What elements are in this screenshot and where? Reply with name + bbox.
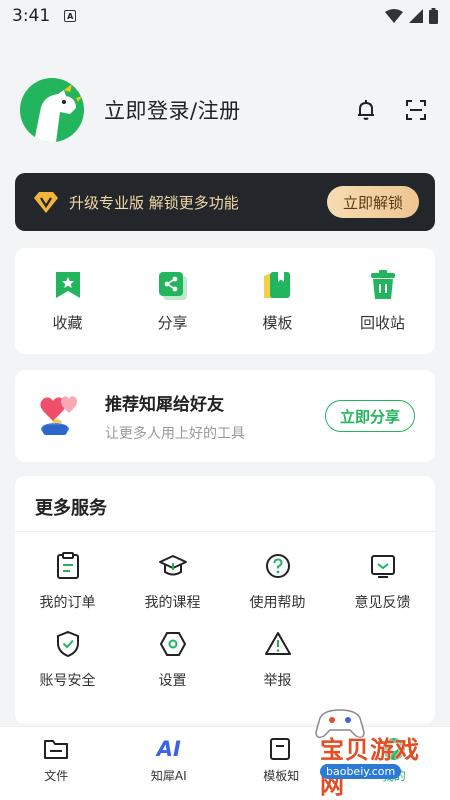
service-label: 意见反馈	[354, 595, 411, 611]
quick-action-recycle-bin[interactable]: 回收站	[330, 248, 435, 354]
signal-icon	[409, 9, 423, 23]
watermark-url: baobeiy.com	[320, 764, 402, 779]
service-help[interactable]: 使用帮助	[225, 552, 330, 612]
scan-icon[interactable]	[404, 98, 428, 122]
service-settings[interactable]: 设置	[120, 630, 225, 690]
help-icon	[265, 554, 290, 578]
tab-label: 文件	[44, 769, 69, 783]
upgrade-text: 升级专业版 解锁更多功能	[69, 193, 239, 212]
service-label: 我的课程	[144, 595, 201, 611]
shield-check-icon	[56, 630, 79, 658]
wifi-icon	[385, 9, 403, 23]
service-label: 设置	[158, 673, 187, 689]
quick-action-label: 模板	[262, 314, 293, 332]
quick-actions-card: 收藏 分享 模板 回收站	[15, 248, 435, 354]
login-register-link[interactable]: 立即登录/注册	[104, 95, 241, 125]
share-icon	[158, 272, 187, 300]
more-services-title: 更多服务	[15, 476, 435, 532]
watermark: 宝贝游戏网 baobeiy.com	[290, 702, 440, 799]
recommend-title: 推荐知犀给好友	[105, 394, 224, 415]
service-my-orders[interactable]: 我的订单	[15, 552, 120, 612]
ai-icon: AI	[156, 737, 181, 761]
trash-icon	[370, 270, 395, 299]
tab-files[interactable]: 文件	[0, 727, 113, 800]
feedback-icon	[370, 555, 395, 578]
settings-icon	[159, 632, 186, 656]
warning-icon	[264, 632, 291, 655]
tab-label: 知犀AI	[150, 769, 187, 783]
service-label: 账号安全	[39, 673, 96, 689]
notification-a-icon: A	[64, 10, 77, 22]
recommend-subtitle: 让更多人用上好的工具	[105, 425, 245, 442]
service-label: 举报	[263, 673, 292, 689]
upgrade-banner[interactable]: 升级专业版 解锁更多功能 立即解锁	[15, 173, 435, 231]
service-label: 我的订单	[39, 595, 96, 611]
folder-icon	[44, 740, 69, 759]
recommend-card: 推荐知犀给好友 让更多人用上好的工具 立即分享	[15, 370, 435, 462]
quick-action-label: 回收站	[359, 314, 405, 332]
service-account-security[interactable]: 账号安全	[15, 630, 120, 690]
order-icon	[56, 552, 79, 579]
avatar[interactable]	[20, 78, 84, 142]
gift-hearts-icon	[40, 396, 77, 435]
diamond-v-icon	[34, 192, 58, 213]
template-icon	[263, 272, 290, 298]
battery-icon	[429, 8, 438, 24]
tab-ai[interactable]: AI 知犀AI	[113, 727, 226, 800]
profile-header: 立即登录/注册	[20, 78, 430, 142]
rhino-logo-icon	[34, 84, 82, 142]
graduation-cap-icon	[158, 555, 187, 576]
quick-action-label: 收藏	[52, 314, 83, 332]
status-bar: 3:41 A	[0, 0, 450, 32]
service-my-courses[interactable]: 我的课程	[120, 552, 225, 612]
quick-action-share[interactable]: 分享	[120, 248, 225, 354]
bookmark-star-icon	[55, 272, 80, 298]
status-time: 3:41	[12, 6, 51, 26]
service-label: 使用帮助	[249, 595, 306, 611]
service-report[interactable]: 举报	[225, 630, 330, 690]
bell-icon[interactable]	[354, 98, 378, 122]
service-feedback[interactable]: 意见反馈	[330, 552, 435, 612]
share-now-button[interactable]: 立即分享	[324, 400, 415, 432]
unlock-button[interactable]: 立即解锁	[326, 186, 419, 218]
quick-action-favorites[interactable]: 收藏	[15, 248, 120, 354]
more-services-card: 更多服务 我的订单 我的课程 使用帮助 意见反馈 账号安全 设置 举报	[15, 476, 435, 724]
quick-action-label: 分享	[157, 314, 188, 332]
quick-action-templates[interactable]: 模板	[225, 248, 330, 354]
